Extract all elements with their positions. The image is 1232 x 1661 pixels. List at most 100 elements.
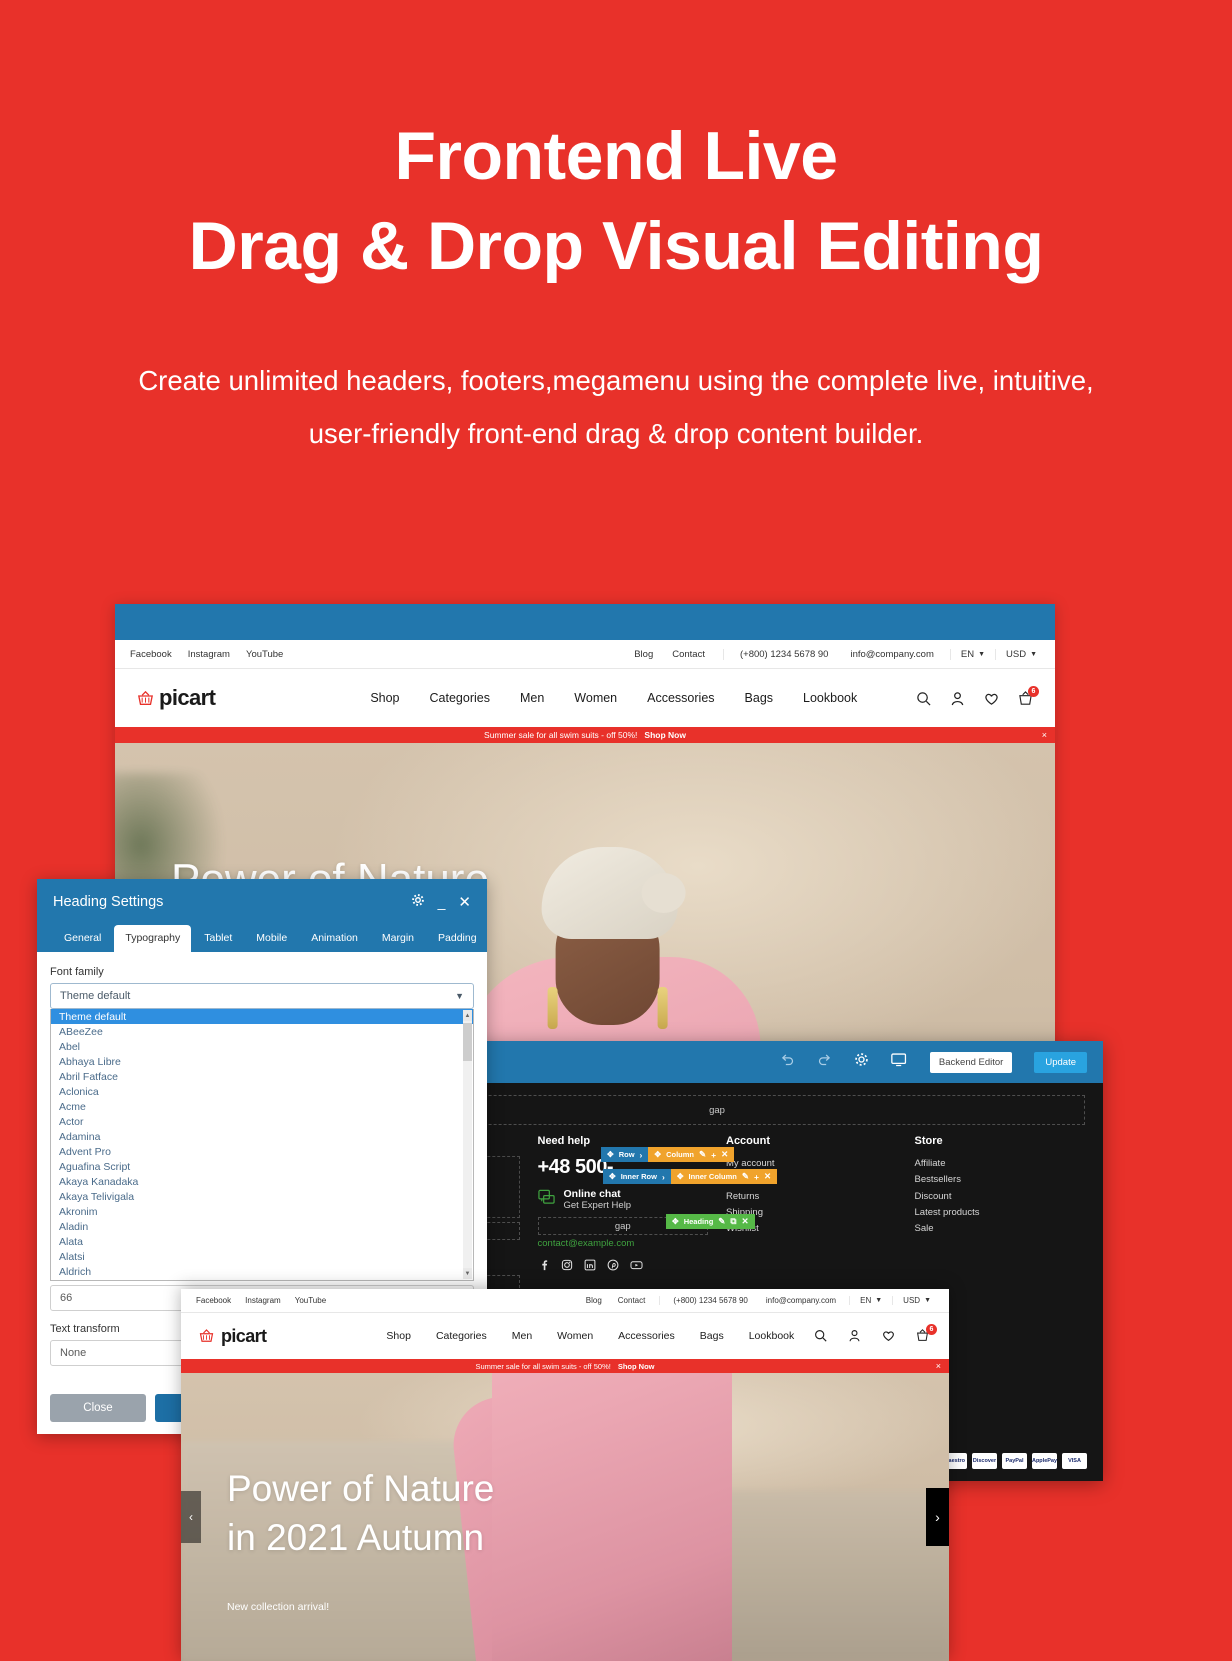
tab-margin[interactable]: Margin bbox=[371, 925, 425, 952]
undo-icon[interactable] bbox=[780, 1052, 795, 1072]
font-option-akronim[interactable]: Akronim bbox=[51, 1204, 473, 1219]
preview-email[interactable]: info@company.com bbox=[766, 1296, 836, 1305]
font-family-select[interactable]: Theme default ▼ bbox=[50, 983, 474, 1009]
font-family-dropdown-list[interactable]: Theme default ABeeZee Abel Abhaya Libre … bbox=[50, 1009, 474, 1281]
add-icon[interactable]: + bbox=[754, 1172, 759, 1182]
cart-icon[interactable]: 6 bbox=[916, 1323, 937, 1344]
preview-nav-categories[interactable]: Categories bbox=[436, 1330, 487, 1342]
scroll-up-arrow-icon[interactable]: ▲ bbox=[463, 1010, 472, 1021]
font-option-alata[interactable]: Alata bbox=[51, 1234, 473, 1249]
user-icon[interactable] bbox=[848, 1329, 863, 1344]
font-option-alatsi[interactable]: Alatsi bbox=[51, 1249, 473, 1264]
inner-column-tag[interactable]: ✥ Inner Column ✎ + ✕ bbox=[670, 1169, 778, 1184]
font-option-akaya-telivigala[interactable]: Akaya Telivigala bbox=[51, 1189, 473, 1204]
preview-nav-accessories[interactable]: Accessories bbox=[618, 1330, 675, 1342]
instagram-icon[interactable] bbox=[561, 1258, 573, 1276]
tab-padding[interactable]: Padding bbox=[427, 925, 487, 952]
store-link-bestsellers[interactable]: Bestsellers bbox=[915, 1172, 1086, 1188]
edit-icon[interactable]: ✎ bbox=[699, 1149, 706, 1160]
font-option-abeezee[interactable]: ABeeZee bbox=[51, 1024, 473, 1039]
preview-nav-shop[interactable]: Shop bbox=[386, 1330, 411, 1342]
store-link-latest-products[interactable]: Latest products bbox=[915, 1205, 1086, 1221]
font-option-aldrich[interactable]: Aldrich bbox=[51, 1264, 473, 1279]
heart-icon[interactable] bbox=[984, 691, 999, 706]
preview-link-contact[interactable]: Contact bbox=[618, 1296, 646, 1305]
preview-social-instagram[interactable]: Instagram bbox=[245, 1296, 281, 1305]
preview-nav-men[interactable]: Men bbox=[512, 1330, 532, 1342]
inner-row-tag[interactable]: ✥ Inner Row › bbox=[603, 1169, 671, 1184]
tab-tablet[interactable]: Tablet bbox=[193, 925, 243, 952]
social-link-youtube[interactable]: YouTube bbox=[246, 649, 283, 660]
brand-logo[interactable]: picart bbox=[137, 685, 216, 711]
topbar-email[interactable]: info@company.com bbox=[850, 649, 933, 660]
font-option-actor[interactable]: Actor bbox=[51, 1114, 473, 1129]
heart-icon[interactable] bbox=[882, 1329, 897, 1344]
duplicate-icon[interactable]: ⧉ bbox=[730, 1216, 736, 1227]
promo-cta[interactable]: Shop Now bbox=[644, 730, 686, 740]
font-option-aladin[interactable]: Aladin bbox=[51, 1219, 473, 1234]
close-button[interactable]: Close bbox=[50, 1394, 146, 1422]
search-icon[interactable] bbox=[916, 691, 931, 706]
language-selector[interactable]: EN ▼ bbox=[949, 648, 995, 660]
nav-item-accessories[interactable]: Accessories bbox=[647, 691, 714, 705]
preview-social-youtube[interactable]: YouTube bbox=[295, 1296, 326, 1305]
tab-typography[interactable]: Typography bbox=[114, 925, 192, 952]
edit-icon[interactable]: ✎ bbox=[718, 1216, 725, 1227]
youtube-icon[interactable] bbox=[629, 1258, 643, 1276]
preview-slider-next-button[interactable]: › bbox=[926, 1488, 949, 1546]
preview-language-selector[interactable]: EN ▼ bbox=[849, 1296, 892, 1305]
search-icon[interactable] bbox=[814, 1329, 829, 1344]
font-option-aguafina-script[interactable]: Aguafina Script bbox=[51, 1159, 473, 1174]
heading-tag[interactable]: ✥ Heading ✎ ⧉ ✕ bbox=[666, 1214, 755, 1229]
social-link-instagram[interactable]: Instagram bbox=[188, 649, 230, 660]
currency-selector[interactable]: USD ▼ bbox=[995, 648, 1047, 660]
font-option-abhaya-libre[interactable]: Abhaya Libre bbox=[51, 1054, 473, 1069]
nav-item-bags[interactable]: Bags bbox=[745, 691, 774, 705]
preview-nav-bags[interactable]: Bags bbox=[700, 1330, 724, 1342]
add-icon[interactable]: + bbox=[711, 1150, 716, 1160]
store-link-affiliate[interactable]: Affiliate bbox=[915, 1156, 1086, 1172]
close-icon[interactable]: ✕ bbox=[764, 1171, 771, 1182]
help-email-link[interactable]: contact@example.com bbox=[538, 1238, 709, 1249]
close-icon[interactable]: × bbox=[1042, 730, 1047, 740]
social-link-facebook[interactable]: Facebook bbox=[130, 649, 172, 660]
font-option-abel[interactable]: Abel bbox=[51, 1039, 473, 1054]
font-option-adamina[interactable]: Adamina bbox=[51, 1129, 473, 1144]
font-option-acme[interactable]: Acme bbox=[51, 1099, 473, 1114]
font-option-advent-pro[interactable]: Advent Pro bbox=[51, 1144, 473, 1159]
update-button[interactable]: Update bbox=[1034, 1051, 1087, 1073]
nav-item-shop[interactable]: Shop bbox=[370, 691, 399, 705]
edit-icon[interactable]: ✎ bbox=[742, 1171, 749, 1182]
chevron-right-icon[interactable]: › bbox=[640, 1150, 643, 1160]
row-tag[interactable]: ✥ Row › bbox=[601, 1147, 649, 1162]
tab-animation[interactable]: Animation bbox=[300, 925, 369, 952]
minimize-icon[interactable]: _ bbox=[438, 895, 446, 909]
linkedin-icon[interactable] bbox=[584, 1258, 596, 1276]
scroll-down-arrow-icon[interactable]: ▼ bbox=[463, 1268, 472, 1279]
desktop-icon[interactable] bbox=[891, 1052, 908, 1072]
account-link-returns[interactable]: Returns bbox=[726, 1189, 897, 1205]
cart-icon[interactable]: 6 bbox=[1018, 685, 1039, 706]
tab-general[interactable]: General bbox=[53, 925, 112, 952]
nav-item-men[interactable]: Men bbox=[520, 691, 544, 705]
gear-icon[interactable] bbox=[411, 893, 425, 911]
preview-social-facebook[interactable]: Facebook bbox=[196, 1296, 231, 1305]
font-option-akaya-kanadaka[interactable]: Akaya Kanadaka bbox=[51, 1174, 473, 1189]
close-icon[interactable]: ✕ bbox=[458, 895, 471, 910]
user-icon[interactable] bbox=[950, 691, 965, 706]
nav-item-lookbook[interactable]: Lookbook bbox=[803, 691, 857, 705]
font-option-alef[interactable]: Alef bbox=[51, 1279, 473, 1280]
store-link-sale[interactable]: Sale bbox=[915, 1221, 1086, 1237]
close-icon[interactable]: ✕ bbox=[721, 1149, 728, 1160]
facebook-icon[interactable] bbox=[538, 1258, 550, 1276]
nav-item-women[interactable]: Women bbox=[574, 691, 617, 705]
pinterest-icon[interactable] bbox=[607, 1258, 619, 1276]
slider-prev-button[interactable]: ‹ bbox=[181, 1491, 201, 1543]
store-link-discount[interactable]: Discount bbox=[915, 1189, 1086, 1205]
gear-icon[interactable] bbox=[854, 1052, 869, 1072]
backend-editor-button[interactable]: Backend Editor bbox=[929, 1051, 1013, 1073]
dropdown-scrollbar-thumb[interactable] bbox=[463, 1023, 472, 1061]
preview-nav-lookbook[interactable]: Lookbook bbox=[749, 1330, 795, 1342]
column-tag[interactable]: ✥ Column ✎ + ✕ bbox=[648, 1147, 735, 1162]
preview-link-blog[interactable]: Blog bbox=[586, 1296, 602, 1305]
